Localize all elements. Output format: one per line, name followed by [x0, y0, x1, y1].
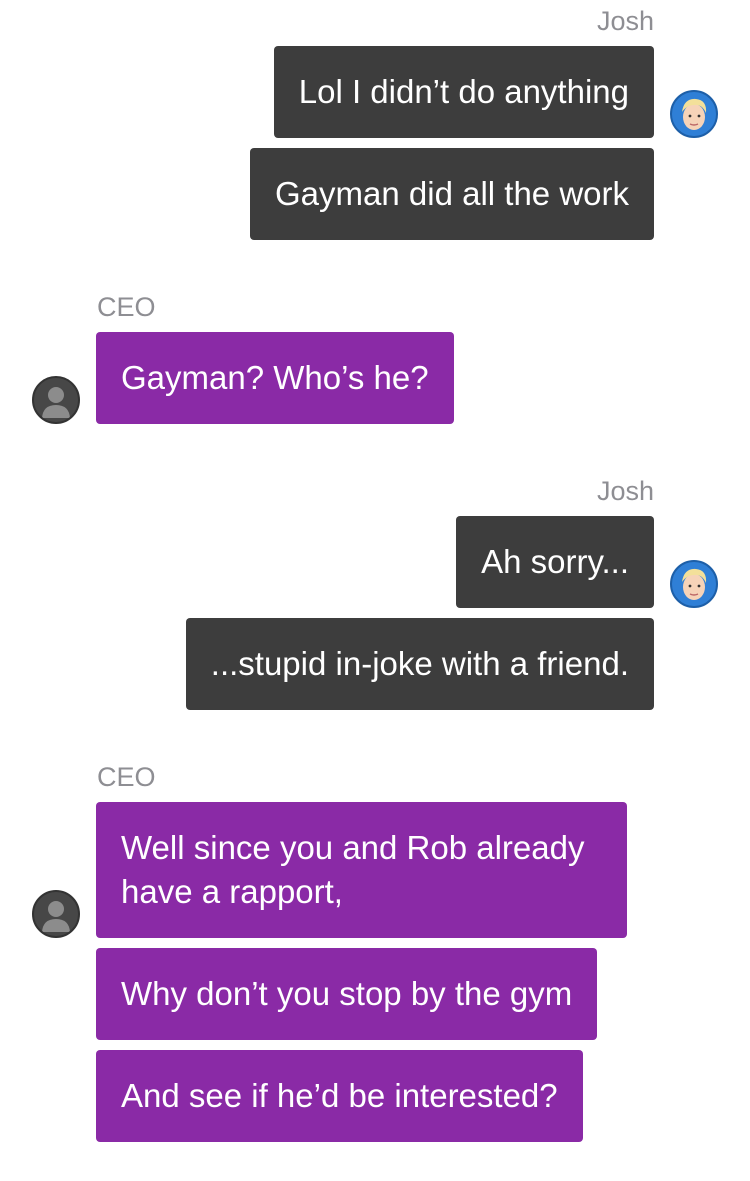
- default-user-avatar-icon: [42, 901, 70, 932]
- ceo-avatar-icon[interactable]: [32, 890, 80, 938]
- message-bubble[interactable]: Lol I didn’t do anything: [273, 46, 654, 138]
- ceo-avatar-icon[interactable]: [32, 376, 80, 424]
- message-text: ...stupid in-joke with a friend.: [210, 645, 629, 682]
- message-bubble[interactable]: Well since you and Rob already have a ra…: [96, 802, 627, 938]
- message-text: Lol I didn’t do anything: [298, 73, 629, 110]
- cartoon-person-avatar-icon: [682, 568, 707, 600]
- josh-avatar-icon[interactable]: [670, 90, 718, 138]
- message-bubble[interactable]: Why don’t you stop by the gym: [96, 948, 598, 1040]
- message-text: Why don’t you stop by the gym: [121, 975, 573, 1012]
- message-text: And see if he’d be interested?: [121, 1077, 558, 1114]
- message-text-line: Well since you and Rob already: [121, 829, 585, 866]
- message-text: Ah sorry...: [481, 543, 629, 580]
- default-user-avatar-icon: [42, 387, 70, 418]
- josh-avatar-icon[interactable]: [670, 560, 718, 608]
- cartoon-person-avatar-icon: [682, 98, 707, 130]
- message-bubble[interactable]: Ah sorry...: [456, 516, 654, 608]
- message-text: Gayman? Who’s he?: [121, 359, 429, 396]
- message-bubble[interactable]: And see if he’d be interested?: [96, 1050, 583, 1142]
- sender-name-josh: Josh: [596, 6, 654, 36]
- sender-name-josh: Josh: [596, 476, 654, 506]
- message-text-line: have a rapport,: [121, 873, 343, 910]
- message-bubble[interactable]: Gayman did all the work: [250, 148, 654, 240]
- sender-name-ceo: CEO: [97, 292, 156, 322]
- sender-name-ceo: CEO: [97, 762, 156, 792]
- message-bubble[interactable]: Gayman? Who’s he?: [96, 332, 454, 424]
- message-bubble[interactable]: ...stupid in-joke with a friend.: [185, 618, 654, 710]
- message-text: Gayman did all the work: [275, 175, 629, 212]
